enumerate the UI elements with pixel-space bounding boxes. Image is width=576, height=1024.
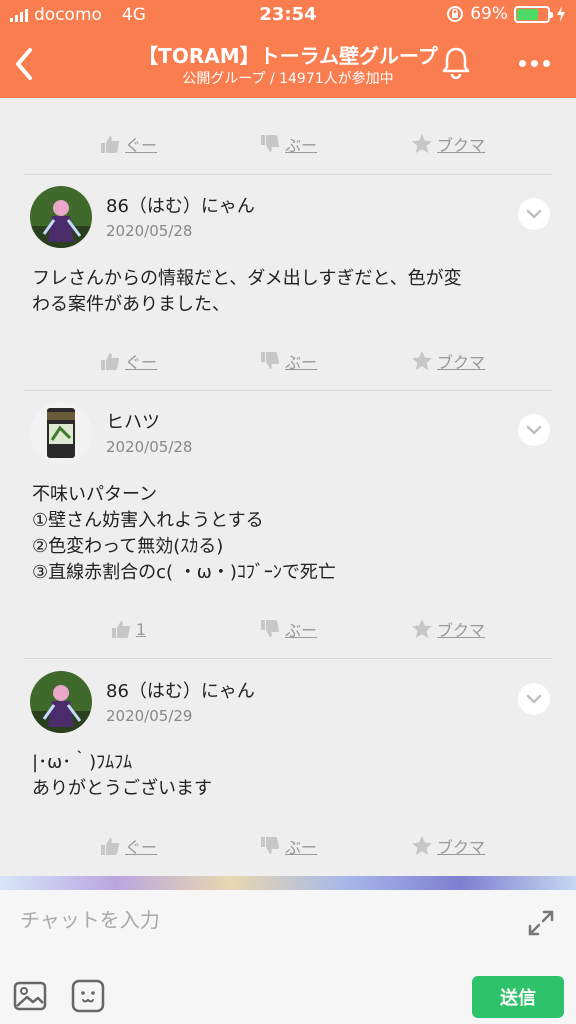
page-subtitle: 公開グループ / 14971人が参加中 <box>182 71 394 87</box>
thumbs-down-icon <box>260 620 280 637</box>
bookmark-button[interactable]: ブクマ <box>403 609 493 649</box>
page-title: 【TORAM】トーラム壁グループ <box>138 44 438 68</box>
boo-label: ぶー <box>284 136 317 155</box>
star-icon <box>411 619 432 638</box>
charging-icon <box>557 6 565 22</box>
good-button[interactable]: ぐー <box>83 826 173 866</box>
post-actions: ぐー ぶー ブクマ <box>0 341 576 381</box>
author-name[interactable]: 86（はむ）にゃん <box>106 677 255 703</box>
post-line: |･ω･｀)ﾌﾑﾌﾑ <box>32 752 133 773</box>
post-line: フレさんからの情報だと、ダメ出しすぎだと、色が変 <box>32 268 462 289</box>
post-actions: ぐー ぶー ブクマ <box>0 124 576 164</box>
post-date: 2020/05/28 <box>106 222 193 240</box>
status-bar: docomo 4G 23:54 69% <box>0 0 576 30</box>
boo-button[interactable]: ぶー <box>243 826 333 866</box>
background-image-strip <box>0 876 576 890</box>
good-label: ぐー <box>124 136 157 155</box>
post-header: 86（はむ）にゃん 2020/05/29 <box>30 671 550 735</box>
post-line: ③直線赤割合のc( ・ω・)ｺﾌﾞｰﾝで死亡 <box>32 562 336 583</box>
author-name[interactable]: 86（はむ）にゃん <box>106 192 255 218</box>
divider <box>24 174 552 175</box>
app-header: docomo 4G 23:54 69% 【TORAM】トーラム壁グループ 公開グ… <box>0 0 576 98</box>
good-button[interactable]: 1 <box>83 609 173 649</box>
chat-composer: 送信 <box>0 890 576 1024</box>
chat-input[interactable] <box>20 904 500 936</box>
send-button[interactable]: 送信 <box>472 976 564 1018</box>
bookmark-button[interactable]: ブクマ <box>403 826 493 866</box>
good-button[interactable]: ぐー <box>83 124 173 164</box>
post-line: ②色変わって無効(ｽｶる) <box>32 536 224 557</box>
chevron-down-icon[interactable] <box>518 198 550 230</box>
post-date: 2020/05/29 <box>106 707 193 725</box>
good-button[interactable]: ぐー <box>83 341 173 381</box>
bookmark-label: ブクマ <box>436 621 485 640</box>
chevron-down-icon[interactable] <box>518 414 550 446</box>
boo-button[interactable]: ぶー <box>243 124 333 164</box>
boo-button[interactable]: ぶー <box>243 609 333 649</box>
post-actions: ぐー ぶー ブクマ <box>0 826 576 866</box>
thumbs-down-icon <box>260 837 280 854</box>
post-line: ①壁さん妨害入れようとする <box>32 510 264 531</box>
avatar[interactable] <box>30 186 92 248</box>
bookmark-label: ブクマ <box>436 136 485 155</box>
bookmark-button[interactable]: ブクマ <box>403 341 493 381</box>
bell-icon[interactable] <box>438 44 474 80</box>
boo-button[interactable]: ぶー <box>243 341 333 381</box>
post-header: ヒハツ 2020/05/28 <box>30 402 550 466</box>
good-count: 1 <box>135 619 147 639</box>
thumbs-down-icon <box>260 352 280 369</box>
post-line: ありがとうございます <box>32 778 212 799</box>
boo-label: ぶー <box>284 621 317 640</box>
divider <box>24 658 552 659</box>
star-icon <box>411 134 432 153</box>
boo-label: ぶー <box>284 838 317 857</box>
post-header: 86（はむ）にゃん 2020/05/28 <box>30 186 550 250</box>
post-body: フレさんからの情報だと、ダメ出しすぎだと、色が変 わる案件がありました、 <box>32 266 542 318</box>
bookmark-label: ブクマ <box>436 353 485 372</box>
avatar[interactable] <box>30 671 92 733</box>
bookmark-button[interactable]: ブクマ <box>403 124 493 164</box>
divider <box>24 390 552 391</box>
post-feed: ぐー ぶー ブクマ 86（はむ）にゃん 2020/05/28 フレさんからの情報… <box>0 98 576 876</box>
thumbs-up-icon <box>100 838 120 855</box>
post-body: |･ω･｀)ﾌﾑﾌﾑ ありがとうございます <box>32 750 542 802</box>
image-icon[interactable] <box>12 978 48 1014</box>
avatar[interactable] <box>30 402 92 464</box>
star-icon <box>411 351 432 370</box>
post-line: 不味いパターン <box>32 484 158 505</box>
post-actions: 1 ぶー ブクマ <box>0 609 576 649</box>
rotation-lock-icon <box>447 6 464 22</box>
thumbs-up-icon <box>111 621 131 638</box>
expand-icon[interactable] <box>526 908 556 938</box>
boo-label: ぶー <box>284 353 317 372</box>
more-icon[interactable] <box>512 48 556 78</box>
bookmark-label: ブクマ <box>436 838 485 857</box>
back-icon[interactable] <box>10 44 40 84</box>
battery-percent: 69% <box>470 4 508 24</box>
post-body: 不味いパターン ①壁さん妨害入れようとする ②色変わって無効(ｽｶる) ③直線赤… <box>32 482 542 586</box>
good-label: ぐー <box>124 838 157 857</box>
thumbs-down-icon <box>260 135 280 152</box>
thumbs-up-icon <box>100 353 120 370</box>
thumbs-up-icon <box>100 136 120 153</box>
post-date: 2020/05/28 <box>106 438 193 456</box>
star-icon <box>411 836 432 855</box>
author-name[interactable]: ヒハツ <box>106 408 160 434</box>
emoji-icon[interactable] <box>70 978 106 1014</box>
chevron-down-icon[interactable] <box>518 683 550 715</box>
good-label: ぐー <box>124 353 157 372</box>
post-line: わる案件がありました、 <box>32 294 230 315</box>
battery-icon <box>514 5 553 23</box>
